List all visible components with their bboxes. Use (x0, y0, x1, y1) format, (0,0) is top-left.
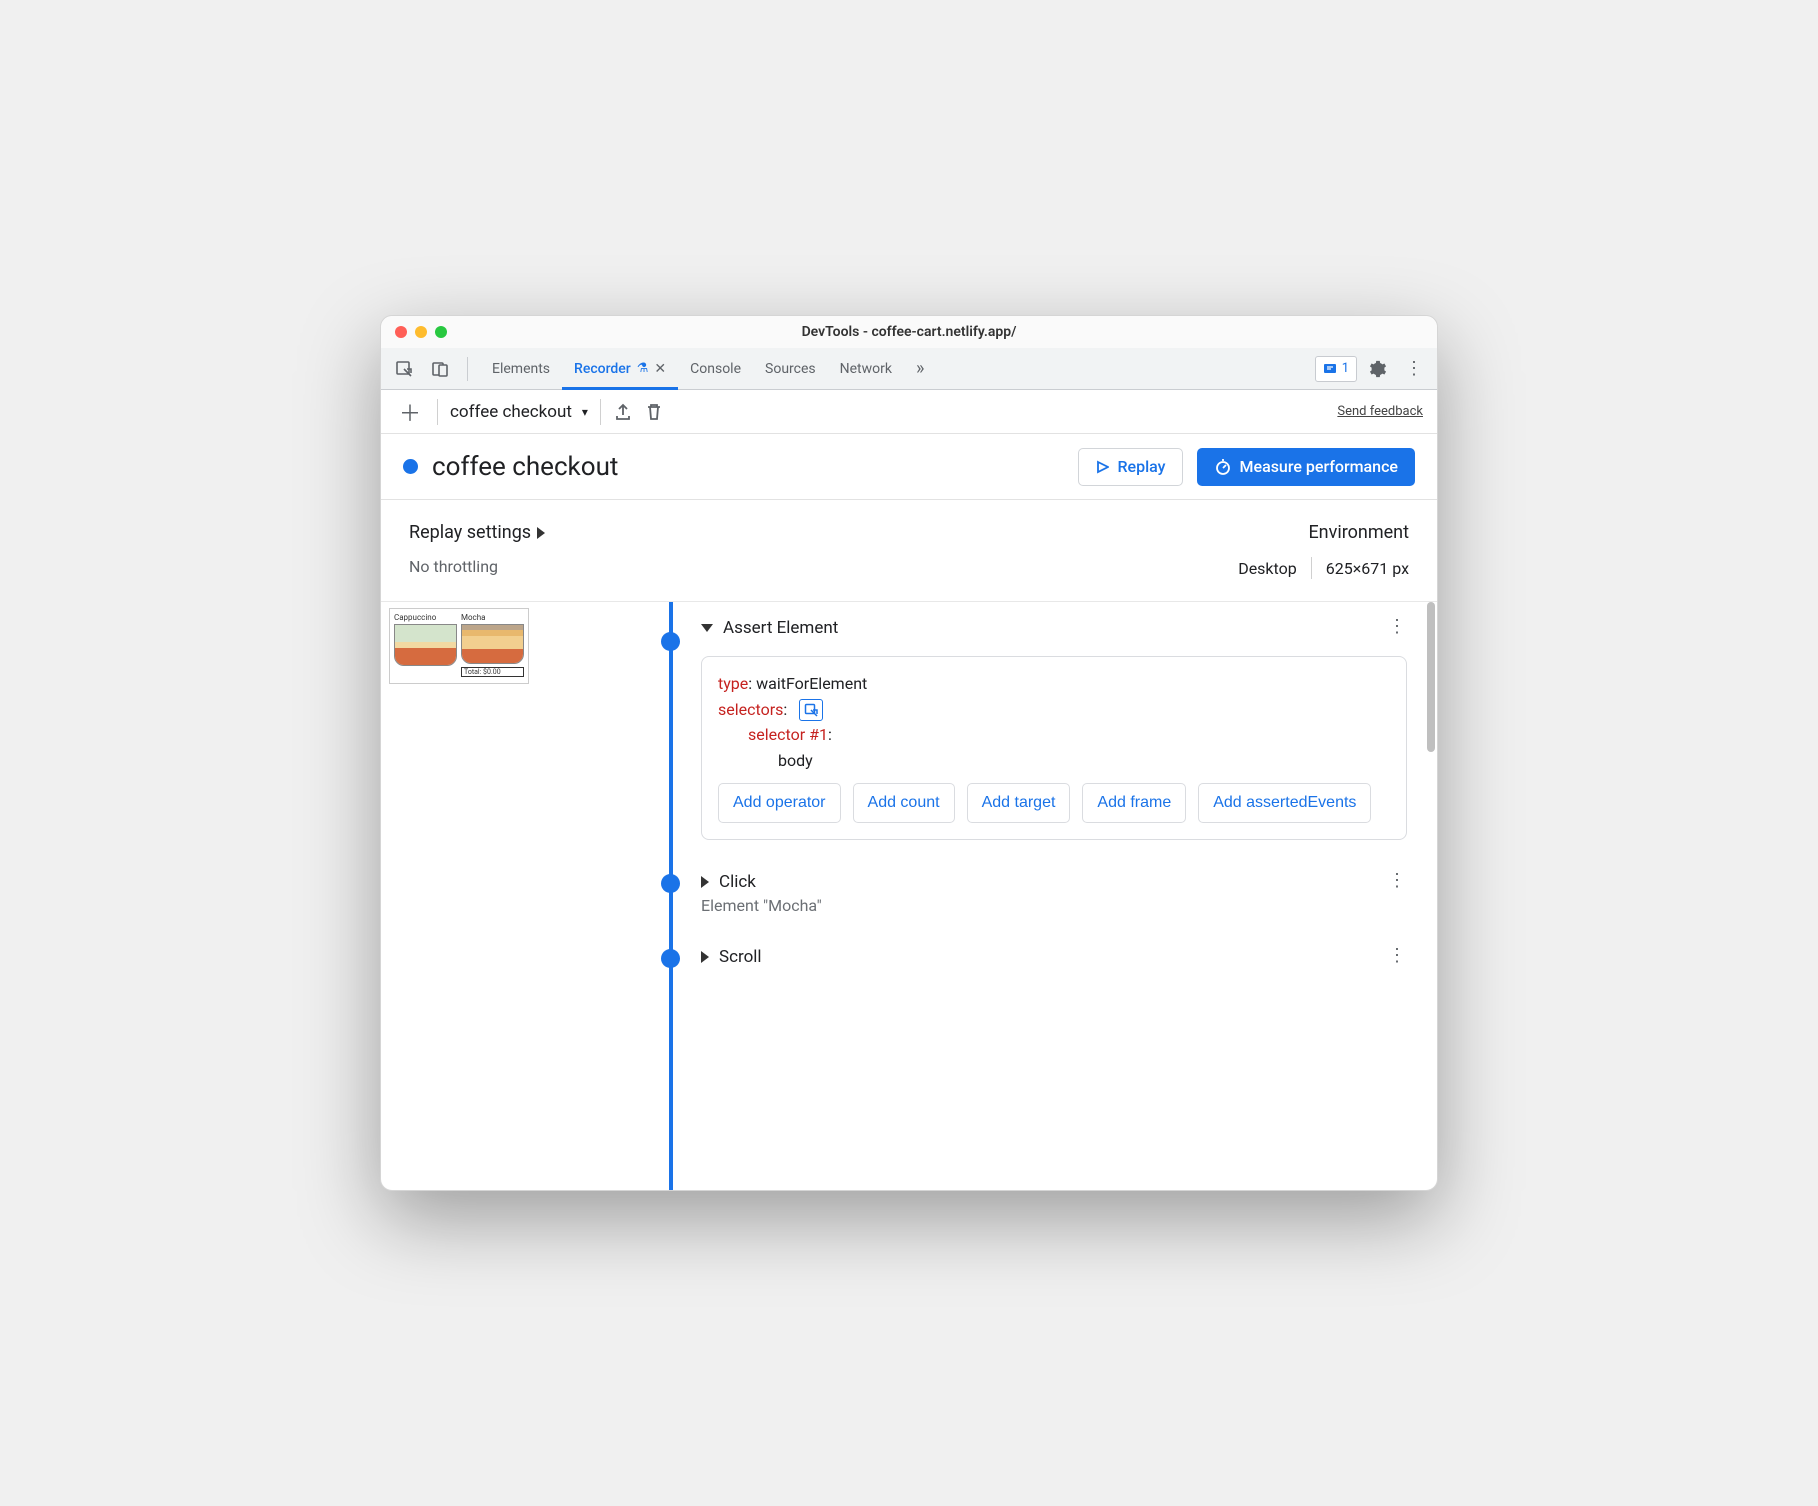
expand-arrow-icon (701, 951, 709, 963)
step-title: Scroll (719, 947, 762, 967)
step-click: ⋮ Click Element "Mocha" (645, 856, 1407, 931)
add-count-button[interactable]: Add count (853, 783, 955, 823)
step-header[interactable]: Scroll (701, 947, 1407, 967)
add-operator-button[interactable]: Add operator (718, 783, 841, 823)
separator (600, 399, 601, 425)
add-target-button[interactable]: Add target (967, 783, 1071, 823)
tab-sources[interactable]: Sources (753, 348, 828, 389)
add-frame-button[interactable]: Add frame (1082, 783, 1186, 823)
recording-select[interactable]: coffee checkout ▾ (450, 402, 588, 422)
tabs-overflow-button[interactable]: » (904, 348, 936, 389)
window-title: DevTools - coffee-cart.netlify.app/ (802, 324, 1017, 340)
environment-info: Environment Desktop 625×671 px (1238, 522, 1409, 579)
timeline-node (661, 874, 680, 893)
maximize-window-button[interactable] (435, 326, 447, 338)
measure-performance-button[interactable]: Measure performance (1197, 448, 1416, 486)
window-controls (395, 326, 447, 338)
tab-console[interactable]: Console (678, 348, 753, 389)
timeline-node (661, 632, 680, 651)
step-header[interactable]: Assert Element (701, 618, 1407, 638)
separator (467, 357, 468, 381)
new-recording-button[interactable]: ＋ (395, 396, 425, 428)
flask-icon: ⚗ (637, 361, 649, 376)
step-subtitle: Element "Mocha" (701, 896, 1407, 915)
measure-label: Measure performance (1240, 457, 1399, 476)
settings-gear-icon[interactable] (1363, 354, 1393, 384)
issues-count: 1 (1342, 361, 1349, 376)
val-type: waitForElement (756, 674, 867, 693)
devtools-tabbar: Elements Recorder ⚗ ✕ Console Sources Ne… (381, 348, 1437, 390)
step-title: Click (719, 872, 756, 892)
tab-label: Sources (765, 361, 816, 377)
step-details-panel: type: waitForElement selectors: selector… (701, 656, 1407, 840)
device-toolbar-icon[interactable] (425, 354, 455, 384)
key-selector-1: selector #1 (748, 725, 828, 744)
tab-network[interactable]: Network (828, 348, 904, 389)
panel-tabs: Elements Recorder ⚗ ✕ Console Sources Ne… (480, 348, 936, 389)
status-dot-icon (403, 459, 418, 474)
viewport-value: 625×671 px (1326, 559, 1409, 578)
recorder-toolbar: ＋ coffee checkout ▾ Send feedback (381, 390, 1437, 434)
export-icon[interactable] (613, 402, 633, 422)
chevron-down-icon: ▾ (582, 405, 588, 419)
throttling-value: No throttling (409, 557, 545, 576)
replay-label: Replay (1117, 457, 1165, 476)
tab-label: Network (840, 361, 892, 377)
tab-elements[interactable]: Elements (480, 348, 562, 389)
delete-icon[interactable] (645, 402, 663, 422)
timeline-node (661, 949, 680, 968)
tab-label: Elements (492, 361, 550, 377)
thumb-total: Total: $0.00 (461, 667, 524, 677)
replay-settings-label: Replay settings (409, 522, 531, 543)
step-assert-element: ⋮ Assert Element type: waitForElement se… (645, 602, 1407, 856)
screenshot-thumbnail[interactable]: Cappuccino Mocha Total: $0.00 (389, 608, 529, 684)
step-menu-icon[interactable]: ⋮ (1388, 945, 1407, 966)
inspect-element-icon[interactable] (389, 354, 419, 384)
val-selector-1: body (778, 751, 813, 770)
expand-arrow-icon (537, 527, 545, 539)
device-value: Desktop (1238, 559, 1297, 578)
settings-row: Replay settings No throttling Environmen… (381, 500, 1437, 602)
tab-recorder[interactable]: Recorder ⚗ ✕ (562, 348, 678, 389)
replay-button[interactable]: Replay (1078, 448, 1182, 486)
screenshot-strip: Cappuccino Mocha Total: $0.00 (381, 602, 535, 1190)
key-selectors: selectors (718, 700, 783, 719)
add-assertedevents-button[interactable]: Add assertedEvents (1198, 783, 1371, 823)
steps-timeline: ⋮ Assert Element type: waitForElement se… (535, 602, 1437, 1190)
kebab-menu-icon[interactable]: ⋮ (1399, 354, 1429, 384)
element-picker-icon[interactable] (799, 699, 823, 721)
tab-label: Recorder (574, 361, 631, 377)
recording-name: coffee checkout (450, 402, 572, 422)
titlebar: DevTools - coffee-cart.netlify.app/ (381, 316, 1437, 348)
expand-arrow-icon (701, 876, 709, 888)
separator (437, 399, 438, 425)
send-feedback-link[interactable]: Send feedback (1337, 404, 1423, 419)
step-scroll: ⋮ Scroll (645, 931, 1407, 967)
close-tab-icon[interactable]: ✕ (654, 361, 666, 377)
collapse-arrow-icon (701, 624, 713, 632)
recorder-content: Cappuccino Mocha Total: $0.00 ⋮ (381, 602, 1437, 1190)
environment-label: Environment (1308, 522, 1409, 543)
step-title: Assert Element (723, 618, 838, 638)
step-header[interactable]: Click (701, 872, 1407, 892)
minimize-window-button[interactable] (415, 326, 427, 338)
mug-label: Mocha (461, 613, 524, 622)
step-menu-icon[interactable]: ⋮ (1388, 616, 1407, 637)
devtools-window: DevTools - coffee-cart.netlify.app/ Elem… (380, 315, 1438, 1191)
recording-title: coffee checkout (432, 452, 1064, 482)
mug-label: Cappuccino (394, 613, 457, 622)
issues-chip[interactable]: 1 (1315, 356, 1357, 382)
tab-label: Console (690, 361, 741, 377)
close-window-button[interactable] (395, 326, 407, 338)
key-type: type (718, 674, 748, 693)
replay-settings[interactable]: Replay settings No throttling (409, 522, 545, 576)
add-property-row: Add operator Add count Add target Add fr… (718, 783, 1390, 823)
step-menu-icon[interactable]: ⋮ (1388, 870, 1407, 891)
separator (1311, 557, 1312, 579)
recording-header: coffee checkout Replay Measure performan… (381, 434, 1437, 500)
